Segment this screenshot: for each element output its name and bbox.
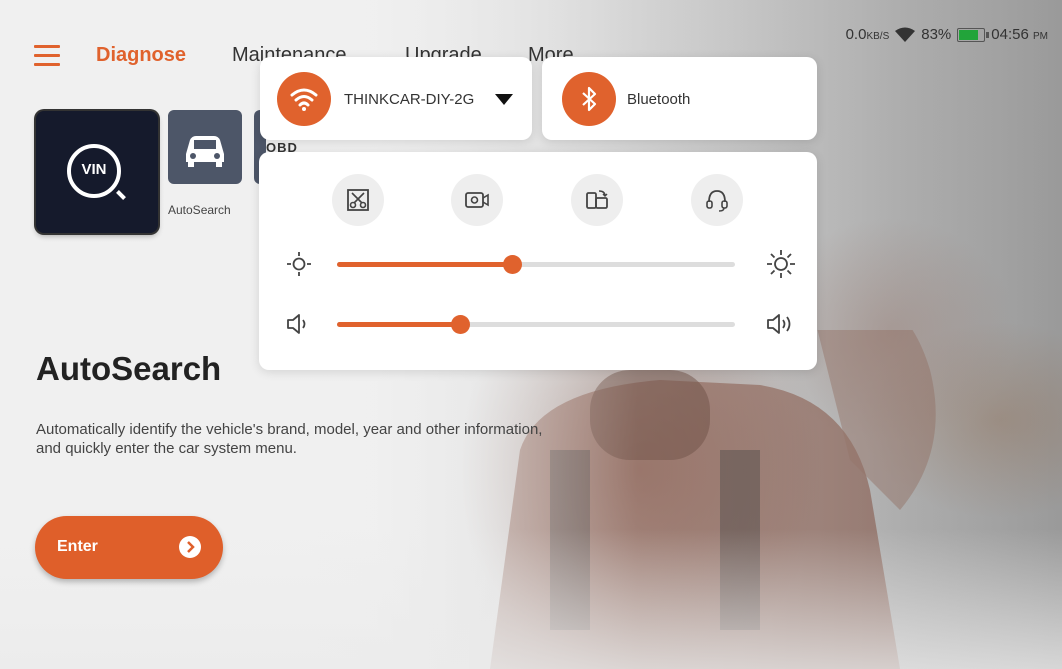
feature-description: Automatically identify the vehicle's bra… <box>36 421 543 457</box>
hamburger-menu-icon[interactable] <box>34 45 60 67</box>
brightness-row <box>283 244 797 284</box>
autosearch-tile[interactable] <box>168 110 242 184</box>
rotate-icon <box>586 190 608 209</box>
brightness-high-icon <box>767 250 795 278</box>
brightness-slider[interactable] <box>337 255 735 274</box>
car-icon <box>186 136 224 167</box>
brightness-slider-thumb[interactable] <box>503 255 523 274</box>
enter-button-label: Enter <box>57 538 98 555</box>
wifi-signal-icon <box>895 27 916 42</box>
battery-icon <box>957 27 990 42</box>
controls-card <box>259 152 817 370</box>
brightness-low-icon <box>287 252 311 276</box>
dropdown-arrow-icon[interactable] <box>495 94 513 105</box>
wifi-icon <box>290 88 318 111</box>
feature-title: AutoSearch <box>36 350 222 387</box>
enter-button[interactable]: Enter <box>35 516 223 579</box>
headset-icon <box>706 190 728 212</box>
screen-record-icon <box>465 192 489 208</box>
status-bar: 0.0KB/S 83% 04:56 PM <box>846 26 1048 43</box>
vin-icon: VIN <box>67 144 121 198</box>
network-speed: 0.0KB/S <box>845 26 890 43</box>
bluetooth-toggle[interactable] <box>562 72 616 126</box>
screenshot-button[interactable] <box>332 174 384 226</box>
screen-record-button[interactable] <box>451 174 503 226</box>
wifi-toggle[interactable] <box>277 72 331 126</box>
volume-slider[interactable] <box>337 315 735 334</box>
chevron-right-icon <box>179 536 201 558</box>
volume-high-icon <box>767 314 791 334</box>
volume-low-icon <box>287 314 306 334</box>
vin-tile[interactable]: VIN <box>36 111 158 233</box>
bluetooth-label: Bluetooth <box>627 91 691 108</box>
bluetooth-icon <box>582 86 597 112</box>
battery-percent: 83% <box>921 26 952 43</box>
volume-row <box>283 304 797 344</box>
wifi-card[interactable]: THINKCAR-DIY-2G <box>260 57 532 140</box>
support-button[interactable] <box>691 174 743 226</box>
rotate-screen-button[interactable] <box>571 174 623 226</box>
bluetooth-card[interactable]: Bluetooth <box>542 57 817 140</box>
tab-diagnose[interactable]: Diagnose <box>96 44 186 67</box>
autosearch-tile-label: AutoSearch <box>168 203 231 217</box>
screenshot-icon <box>347 189 369 211</box>
screen: 0.0KB/S 83% 04:56 PM Diagnose Maintenanc… <box>0 0 1062 669</box>
volume-slider-thumb[interactable] <box>451 315 471 334</box>
clock: 04:56 PM <box>991 26 1048 43</box>
wifi-network-name: THINKCAR-DIY-2G <box>344 91 475 108</box>
